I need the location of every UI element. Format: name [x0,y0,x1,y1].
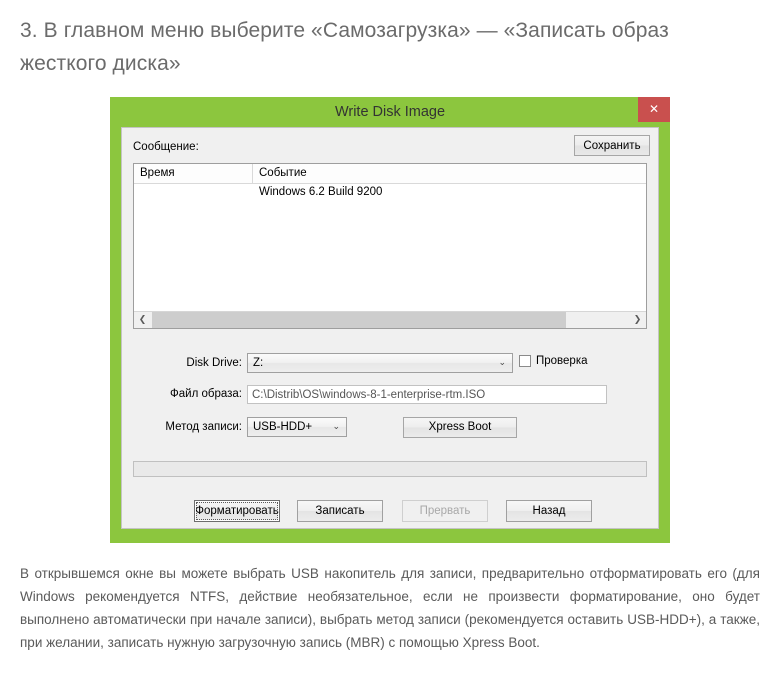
format-button[interactable]: Форматировать [194,500,280,522]
verify-label: Проверка [536,355,588,367]
write-disk-image-dialog: Сообщение: Сохранить Время Событие Windo… [121,127,659,529]
dialog-title: Write Disk Image [334,104,446,120]
write-method-value: USB-HDD+ [253,421,313,433]
scroll-right-icon[interactable]: ❯ [629,312,646,328]
image-file-input[interactable]: C:\Distrib\OS\windows-8-1-enterprise-rtm… [247,385,607,404]
body-paragraph: В открывшемся окне вы можете выбрать USB… [20,566,760,650]
chevron-down-icon: ⌄ [332,422,340,432]
scrollbar-thumb[interactable] [152,312,566,328]
verify-checkbox[interactable]: Проверка [519,355,588,367]
chevron-down-icon: ⌄ [498,358,506,368]
write-method-select[interactable]: USB-HDD+ ⌄ [247,417,347,437]
horizontal-scrollbar[interactable]: ❮ ❯ [134,311,646,328]
save-button[interactable]: Сохранить [574,135,650,156]
back-button[interactable]: Назад [506,500,592,522]
checkbox-box-icon[interactable] [519,355,531,367]
table-row[interactable]: Windows 6.2 Build 9200 [134,184,646,201]
progress-bar [133,461,647,477]
log-rows: Windows 6.2 Build 9200 [134,184,646,201]
focus-ring [196,502,278,520]
write-method-label: Метод записи: [165,421,242,433]
xpress-boot-button[interactable]: Xpress Boot [403,417,517,438]
image-file-label: Файл образа: [170,388,242,400]
log-header-row: Время Событие [134,164,646,184]
message-label: Сообщение: [133,141,199,153]
cell-time [134,184,253,201]
column-header-time: Время [134,164,253,183]
scroll-left-icon[interactable]: ❮ [134,312,151,328]
dialog-titlebar: Write Disk Image ✕ [110,97,670,127]
screenshot-frame: Write Disk Image ✕ Сообщение: Сохранить … [110,97,670,543]
abort-button: Прервать [402,500,488,522]
page-title: 3. В главном меню выберите «Самозагрузка… [20,19,669,75]
disk-drive-label: Disk Drive: [186,357,242,369]
scrollbar-track[interactable] [567,312,629,328]
column-header-event: Событие [259,167,307,179]
cell-event: Windows 6.2 Build 9200 [259,186,383,198]
event-log-list[interactable]: Время Событие Windows 6.2 Build 9200 ❮ ❯ [133,163,647,329]
write-button[interactable]: Записать [297,500,383,522]
close-icon[interactable]: ✕ [638,97,670,122]
disk-drive-value: Z: [253,357,264,369]
disk-drive-select[interactable]: Z: ⌄ [247,353,513,373]
